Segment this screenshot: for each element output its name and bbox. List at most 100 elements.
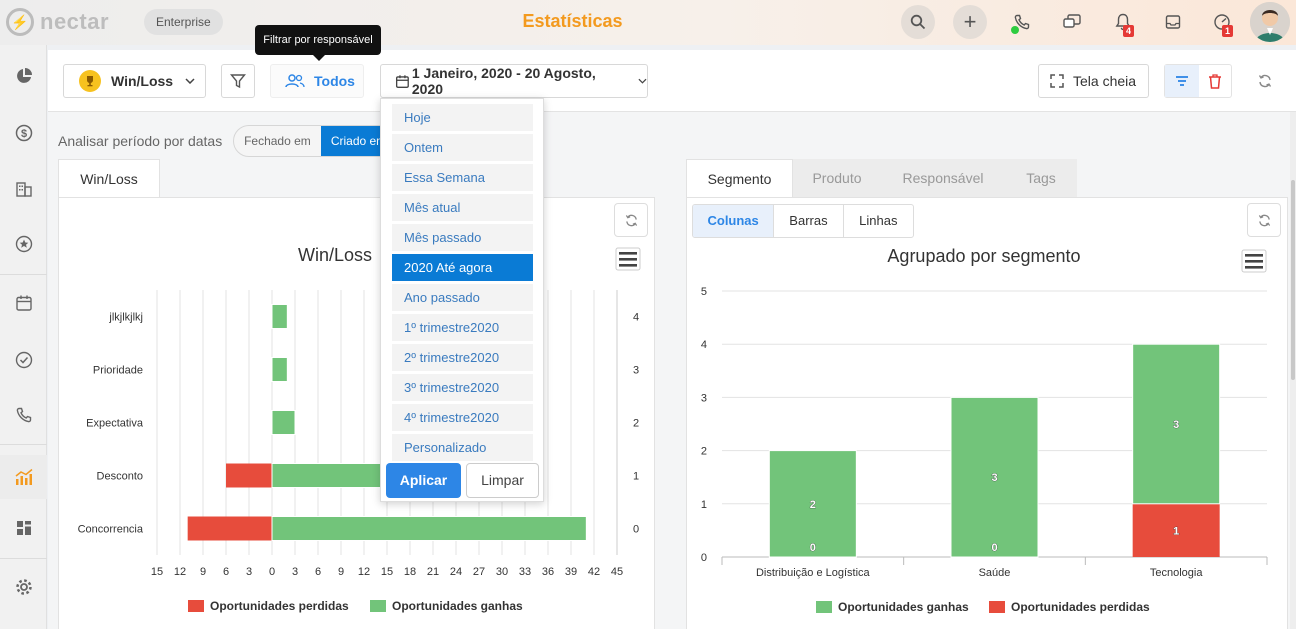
date-option[interactable]: 2º trimestre2020 xyxy=(392,344,533,371)
sidebar-item-statistics[interactable] xyxy=(0,455,47,499)
avatar-image-icon xyxy=(1250,2,1290,42)
period-option-closed[interactable]: Fechado em xyxy=(234,126,321,156)
chat-button[interactable] xyxy=(1055,5,1089,39)
date-option[interactable]: Ano passado xyxy=(392,284,533,311)
data-label-lost: 0 xyxy=(810,542,816,554)
x-tick-label: 9 xyxy=(200,566,206,578)
category-label: Tecnologia xyxy=(1150,567,1203,579)
refresh-button[interactable] xyxy=(1255,71,1275,91)
grid-icon xyxy=(16,521,31,535)
x-tick-label: 3 xyxy=(292,566,298,578)
star-icon xyxy=(15,235,32,253)
segment-chart: Agrupado por segmento 0 1 2 3 4 5 Distribuição … xyxy=(701,246,1268,614)
delete-button[interactable] xyxy=(1199,65,1232,97)
x-tick-label: 18 xyxy=(404,566,416,578)
notifications-button[interactable]: 4 xyxy=(1106,5,1140,39)
sidebar-item-financial[interactable]: $ xyxy=(0,114,47,152)
tasks-button[interactable]: 1 xyxy=(1205,5,1239,39)
sidebar-divider xyxy=(0,444,47,445)
page-scrollbar[interactable] xyxy=(1290,112,1296,629)
win-loss-card: Win/Loss 15 12 9 6 3 0 3 6 9 12 15 18 21 24 27 30 33 36 39 4… xyxy=(58,197,655,629)
date-option[interactable]: Essa Semana xyxy=(392,164,533,191)
clear-button[interactable]: Limpar xyxy=(466,463,539,498)
sidebar-item-calls[interactable] xyxy=(0,396,47,434)
search-icon xyxy=(910,14,926,30)
legend-swatch-lost xyxy=(989,601,1005,613)
date-option[interactable]: Mês atual xyxy=(392,194,533,221)
bar-lost xyxy=(187,516,272,541)
sort-button[interactable] xyxy=(1165,65,1199,97)
category-label: Saúde xyxy=(979,567,1011,579)
x-tick-label: 33 xyxy=(519,566,531,578)
hamburger-menu-icon xyxy=(619,264,637,267)
date-option[interactable]: 3º trimestre2020 xyxy=(392,374,533,401)
x-tick-label: 12 xyxy=(358,566,370,578)
bar-won xyxy=(271,357,288,382)
sort-icon xyxy=(1175,76,1188,86)
filter-icon xyxy=(230,74,246,89)
x-tick-label: 6 xyxy=(223,566,229,578)
x-tick-label: 30 xyxy=(496,566,508,578)
sidebar-item-calendar[interactable] xyxy=(0,284,47,322)
sidebar-item-widgets[interactable] xyxy=(0,509,47,547)
sidebar-item-dashboard[interactable] xyxy=(0,57,47,95)
dollar-icon: $ xyxy=(15,124,32,142)
list-actions-group xyxy=(1164,64,1232,98)
x-tick-label: 15 xyxy=(381,566,393,578)
date-option[interactable]: 1º trimestre2020 xyxy=(392,314,533,341)
sidebar-item-settings[interactable] xyxy=(0,568,47,606)
bar-won xyxy=(271,463,396,488)
chevron-down-icon xyxy=(185,78,195,84)
owner-filter-tooltip: Filtrar por responsável xyxy=(255,25,381,61)
category-label: Prioridade xyxy=(93,365,143,377)
date-option[interactable]: 4º trimestre2020 xyxy=(392,404,533,431)
scrollbar-thumb[interactable] xyxy=(1291,180,1295,380)
apply-button[interactable]: Aplicar xyxy=(386,463,461,498)
top-bar: ⚡ nectar Enterprise Estatísticas + 4 1 xyxy=(0,0,1296,45)
inbox-button[interactable] xyxy=(1156,5,1190,39)
search-button[interactable] xyxy=(901,5,935,39)
x-tick-label: 42 xyxy=(588,566,600,578)
date-option[interactable]: 2020 Até agora xyxy=(392,254,533,281)
tab-produto[interactable]: Produto xyxy=(793,159,881,198)
tab-tags[interactable]: Tags xyxy=(1005,159,1077,198)
filter-button[interactable] xyxy=(221,64,255,98)
report-selector[interactable]: Win/Loss xyxy=(63,64,206,98)
right-axis-label: 4 xyxy=(633,312,639,324)
win-loss-chart: Win/Loss15 12 9 6 3 0 3 6 9 12 15 18 21 24 27 30 33 36 39 4… xyxy=(78,245,641,613)
trash-icon xyxy=(1208,73,1221,89)
sidebar-item-companies[interactable] xyxy=(0,170,47,208)
sidebar-item-favorites[interactable] xyxy=(0,225,47,263)
segment-card: Colunas Barras Linhas Agrupado por segme… xyxy=(686,197,1288,629)
tab-responsavel[interactable]: Responsável xyxy=(881,159,1005,198)
inbox-icon xyxy=(1165,15,1181,29)
phone-button[interactable] xyxy=(1005,5,1039,39)
trophy-icon xyxy=(79,70,101,92)
date-range-menu: Hoje Ontem Essa Semana Mês atual Mês passado… xyxy=(380,98,544,502)
expand-icon xyxy=(1050,74,1064,88)
date-option[interactable]: Hoje xyxy=(392,104,533,131)
x-tick-label: 21 xyxy=(427,566,439,578)
x-tick-label: 45 xyxy=(611,566,623,578)
add-button[interactable]: + xyxy=(953,5,987,39)
date-option[interactable]: Mês passado xyxy=(392,224,533,251)
owner-filter-button[interactable]: Todos xyxy=(270,64,364,98)
toolbar: Win/Loss Todos 1 Janeiro, 2020 - 20 Agos… xyxy=(48,50,1296,112)
x-tick-label: 3 xyxy=(246,566,252,578)
tab-segmento[interactable]: Segmento xyxy=(686,159,793,198)
date-range-button[interactable]: 1 Janeiro, 2020 - 20 Agosto, 2020 xyxy=(380,64,648,98)
date-option[interactable]: Ontem xyxy=(392,134,533,161)
online-status-dot xyxy=(1011,26,1019,34)
sidebar-item-tasks[interactable] xyxy=(0,341,47,379)
tab-win-loss[interactable]: Win/Loss xyxy=(58,159,160,198)
chart-menu-button[interactable] xyxy=(615,247,641,271)
date-option[interactable]: Personalizado xyxy=(392,434,533,461)
chart-menu-button[interactable] xyxy=(1241,249,1267,273)
hamburger-menu-icon xyxy=(1245,266,1263,269)
fullscreen-button[interactable]: Tela cheia xyxy=(1038,64,1149,98)
owner-filter-label: Todos xyxy=(314,73,355,89)
legend-swatch-won xyxy=(370,600,386,612)
user-avatar[interactable] xyxy=(1250,2,1290,42)
calendar-icon xyxy=(15,295,32,311)
data-label-lost: 0 xyxy=(991,542,997,554)
